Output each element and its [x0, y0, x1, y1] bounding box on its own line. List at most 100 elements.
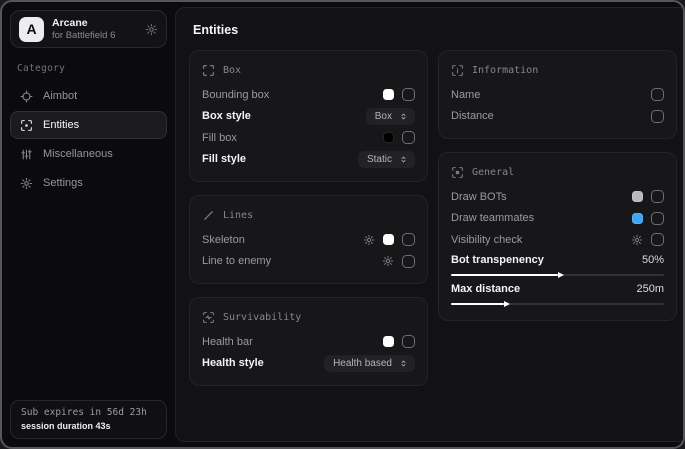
sidebar-item-label: Entities [43, 119, 79, 131]
row-draw-bots: Draw BOTs [451, 186, 664, 208]
color-swatch[interactable] [383, 89, 394, 100]
color-swatch[interactable] [632, 191, 643, 202]
row-visibility-check: Visibility check [451, 229, 664, 251]
slider-fill [451, 274, 558, 276]
gear-icon[interactable] [363, 234, 375, 246]
app-window: A Arcane for Battlefield 6 Category Aimb… [0, 0, 685, 449]
panel-title: General [472, 167, 514, 178]
draw-teammates-checkbox[interactable] [651, 212, 664, 225]
panel-box: Box Bounding box Box style Box [189, 50, 428, 182]
skeleton-checkbox[interactable] [402, 233, 415, 246]
panel-title: Survivability [223, 312, 301, 323]
row-distance: Distance [451, 106, 664, 128]
gear-icon[interactable] [631, 234, 643, 246]
visibility-check-checkbox[interactable] [651, 233, 664, 246]
scan-brackets-icon [202, 64, 215, 77]
row-skeleton: Skeleton [202, 229, 415, 251]
sidebar-item-settings[interactable]: Settings [10, 169, 167, 197]
health-bar-checkbox[interactable] [402, 335, 415, 348]
slider-thumb[interactable] [558, 272, 564, 278]
panel-title: Information [472, 65, 538, 76]
row-bounding-box: Bounding box [202, 84, 415, 106]
row-label: Draw teammates [451, 212, 534, 224]
session-duration: session duration 43s [21, 421, 156, 431]
right-column: Information Name Distance [438, 50, 677, 386]
heartbeat-scan-icon [202, 311, 215, 324]
row-fill-style: Fill style Static [202, 149, 415, 171]
panel-information-header: Information [451, 60, 664, 80]
chevron-up-down-icon [399, 155, 408, 164]
color-swatch[interactable] [383, 336, 394, 347]
draw-bots-checkbox[interactable] [651, 190, 664, 203]
panel-survivability: Survivability Health bar Health style He… [189, 297, 428, 386]
app-name: Arcane [52, 17, 115, 30]
panel-information: Information Name Distance [438, 50, 677, 139]
color-swatch[interactable] [632, 213, 643, 224]
slider-value: 50% [642, 254, 664, 266]
row-label: Fill style [202, 153, 246, 165]
color-swatch[interactable] [383, 132, 394, 143]
sidebar-item-label: Miscellaneous [43, 148, 113, 160]
row-label: Max distance [451, 283, 520, 295]
bot-transparency-slider[interactable] [451, 274, 664, 276]
sidebar-item-entities[interactable]: Entities [10, 111, 167, 139]
scan-info-icon [451, 64, 464, 77]
row-line-to-enemy: Line to enemy [202, 251, 415, 273]
fill-box-checkbox[interactable] [402, 131, 415, 144]
main-content: Entities Box Bounding box [175, 7, 685, 442]
subscription-expiry: Sub expires in 56d 23h [21, 407, 156, 418]
app-avatar: A [19, 17, 44, 42]
row-label: Draw BOTs [451, 191, 507, 203]
gear-icon[interactable] [145, 23, 158, 36]
bounding-box-checkbox[interactable] [402, 88, 415, 101]
panel-general: General Draw BOTs Draw teammates [438, 152, 677, 321]
line-to-enemy-checkbox[interactable] [402, 255, 415, 268]
row-label: Health bar [202, 336, 253, 348]
subscription-info-card: Sub expires in 56d 23h session duration … [10, 400, 167, 439]
row-bot-transparency: Bot transpenency 50% [451, 251, 664, 280]
panel-title: Lines [223, 210, 253, 221]
row-max-distance: Max distance 250m [451, 280, 664, 309]
app-title-block: Arcane for Battlefield 6 [52, 17, 115, 42]
gear-icon[interactable] [382, 255, 394, 267]
panel-title: Box [223, 65, 241, 76]
row-label: Bounding box [202, 89, 269, 101]
diagonal-line-icon [202, 209, 215, 222]
row-label: Distance [451, 110, 494, 122]
scan-square-icon [451, 166, 464, 179]
row-label: Name [451, 89, 480, 101]
max-distance-slider[interactable] [451, 303, 664, 305]
row-label: Health style [202, 357, 264, 369]
row-label: Visibility check [451, 234, 522, 246]
sidebar-item-label: Settings [43, 177, 83, 189]
sidebar-item-label: Aimbot [43, 90, 77, 102]
app-subtitle: for Battlefield 6 [52, 30, 115, 42]
name-checkbox[interactable] [651, 88, 664, 101]
row-label: Line to enemy [202, 255, 271, 267]
panel-columns: Box Bounding box Box style Box [189, 50, 677, 386]
row-label: Bot transpenency [451, 254, 544, 266]
sidebar-item-aimbot[interactable]: Aimbot [10, 82, 167, 110]
row-label: Fill box [202, 132, 237, 144]
category-label: Category [17, 63, 167, 74]
slider-thumb[interactable] [504, 301, 510, 307]
distance-checkbox[interactable] [651, 110, 664, 123]
panel-lines: Lines Skeleton [189, 195, 428, 284]
sidebar-item-miscellaneous[interactable]: Miscellaneous [10, 140, 167, 168]
select-value: Static [367, 154, 392, 165]
sidebar: A Arcane for Battlefield 6 Category Aimb… [2, 2, 175, 447]
select-value: Box [375, 111, 392, 122]
row-health-bar: Health bar [202, 331, 415, 353]
row-box-style: Box style Box [202, 106, 415, 128]
crosshair-icon [20, 90, 33, 103]
health-style-select[interactable]: Health based [324, 355, 415, 372]
chevron-up-down-icon [399, 112, 408, 121]
fill-style-select[interactable]: Static [358, 151, 415, 168]
color-swatch[interactable] [383, 234, 394, 245]
panel-lines-header: Lines [202, 205, 415, 225]
scan-eye-icon [20, 119, 33, 132]
slider-fill [451, 303, 504, 305]
row-health-style: Health style Health based [202, 353, 415, 375]
box-style-select[interactable]: Box [366, 108, 415, 125]
select-value: Health based [333, 358, 392, 369]
